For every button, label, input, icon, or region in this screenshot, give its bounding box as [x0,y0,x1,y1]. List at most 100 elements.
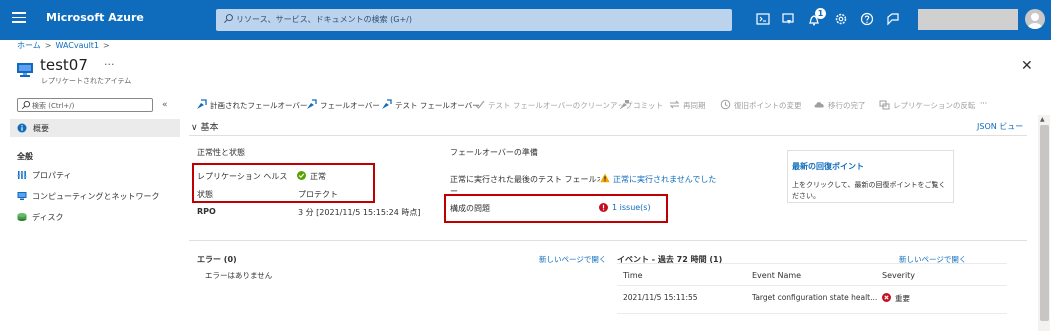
breadcrumb-separator: > [103,41,110,50]
sidebar-section-general: 全般 [17,152,33,161]
toolbar-more-button[interactable]: ··· [980,99,987,111]
change-recovery-point-button[interactable]: 復旧ポイントの変更 [720,99,802,111]
cloud-icon [814,102,824,108]
toolbar-label: ··· [980,99,988,108]
check-circle-icon [297,171,306,180]
breadcrumb: ホーム > WACvault1 > [17,40,114,51]
toolbar-label: 復旧ポイントの変更 [734,101,802,110]
divider [189,135,1027,136]
replication-health-value: 正常 [310,172,326,181]
checkmark-icon [475,100,485,109]
account-info[interactable] [918,9,1018,30]
compute-network-icon [17,192,27,200]
disk-icon [17,213,27,221]
highlight-box [192,163,375,203]
sidebar-item-label: 概要 [33,124,49,133]
toolbar-label: レプリケーションの反転 [893,101,976,110]
more-options-button[interactable]: ··· [104,58,115,71]
divider [617,263,1007,264]
latest-recovery-point-description: 上をクリックして、最新の回復ポイントをご覧ください。 [792,181,946,200]
warning-icon [600,173,610,183]
divider [617,285,1007,286]
divider [189,240,1027,241]
breadcrumb-vault[interactable]: WACvault1 [55,41,99,50]
directory-filter-icon[interactable] [780,11,796,27]
failover-readiness-heading: フェールオーバーの準備 [450,148,538,157]
resync-button[interactable]: 再同期 [669,99,706,111]
event-time[interactable]: 2021/11/5 15:11:55 [623,293,698,302]
column-header-event-name[interactable]: Event Name [752,271,801,280]
breadcrumb-separator: > [44,41,52,50]
commit-icon [620,100,629,109]
toolbar-label: 再同期 [683,101,706,110]
settings-gear-icon[interactable] [833,11,849,27]
global-search-input[interactable]: リソース、サービス、ドキュメントの検索 (G+/) [216,9,732,31]
notification-badge: 1 [815,8,826,19]
toolbar-label: 計画されたフェールオーバー [210,101,308,110]
toolbar-label: テスト フェールオーバー [395,101,480,110]
configuration-issues-label: 構成の問題 [450,204,490,213]
portal-brand[interactable]: Microsoft Azure [46,11,144,24]
reverse-replication-button[interactable]: レプリケーションの反転 [879,99,975,111]
test-failover-button[interactable]: テスト フェールオーバー [381,99,480,111]
errors-empty-message: エラーはありません [205,271,273,280]
column-header-severity[interactable]: Severity [882,271,915,280]
errors-title: エラー (0) [197,255,237,264]
help-icon[interactable] [859,11,875,27]
toolbar-label: テスト フェールオーバーのクリーンアップ [488,101,633,110]
health-status-heading: 正常性と状態 [197,148,245,157]
replication-health-label: レプリケーション ヘルス [197,172,288,181]
errors-open-new-page-link[interactable]: 新しいページで開く [539,254,606,265]
properties-icon [17,171,27,179]
event-name[interactable]: Target configuration state healt... [752,293,877,302]
feedback-icon[interactable] [885,11,901,27]
status-value: プロテクト [298,190,338,199]
scrollbar-thumb[interactable] [1040,125,1049,321]
toolbar-label: 移行の完了 [828,101,866,110]
failover-button[interactable]: フェールオーバー [306,99,380,111]
close-button[interactable]: ✕ [1021,58,1033,74]
rpo-value: 3 分 [2021/11/5 15:15:24 時点] [298,208,421,217]
page-title: test07 [40,56,88,74]
sidebar-item-label: ディスク [32,213,64,222]
essentials-toggle[interactable]: ∨ 基本 [191,120,218,133]
divider [617,313,1007,314]
sidebar-item-label: コンピューティングとネットワーク [32,192,160,201]
breadcrumb-home[interactable]: ホーム [17,41,41,50]
scroll-up-arrow-icon[interactable]: ▲ [1040,116,1045,123]
event-severity: 重要 [895,294,910,303]
toolbar-label: フェールオーバー [320,101,380,110]
error-icon [599,203,608,212]
history-icon [720,99,731,110]
avatar[interactable] [1025,9,1045,29]
sidebar-item-overview[interactable]: 概要 [10,119,180,137]
reverse-replication-icon [879,100,890,110]
sidebar-item-label: プロパティ [32,171,72,180]
configuration-issues-link[interactable]: 1 issue(s) [612,203,651,212]
failover-icon [307,99,317,109]
latest-recovery-point-title[interactable]: 最新の回復ポイント [792,161,864,172]
status-label: 状態 [197,190,213,199]
resync-icon [669,100,680,109]
critical-error-icon [882,293,891,302]
last-test-failover-label: 正常に実行された最後のテスト フェールオーバ [450,175,600,184]
json-view-link[interactable]: JSON ビュー [977,121,1023,132]
last-test-failover-value[interactable]: 正常に実行されませんでした [613,174,716,185]
sidebar-search-input[interactable]: 検索 (Ctrl+/) [17,98,153,112]
planned-failover-button[interactable]: 計画されたフェールオーバー [196,99,307,111]
toolbar-label: コミット [633,101,663,110]
info-icon [17,123,27,133]
cloud-shell-icon[interactable] [755,11,771,27]
search-icon [21,101,30,110]
test-failover-icon [382,99,392,109]
complete-migration-button[interactable]: 移行の完了 [814,99,866,111]
test-failover-cleanup-button[interactable]: テスト フェールオーバーのクリーンアップ [474,99,632,111]
menu-icon[interactable] [12,12,26,26]
search-placeholder: リソース、サービス、ドキュメントの検索 (G+/) [236,15,412,24]
column-header-time[interactable]: Time [623,271,643,280]
rpo-label: RPO [197,207,216,216]
commit-button[interactable]: コミット [619,99,663,111]
collapse-sidebar-button[interactable]: « [162,100,168,110]
replicated-item-icon [17,63,33,77]
search-icon [224,14,233,23]
